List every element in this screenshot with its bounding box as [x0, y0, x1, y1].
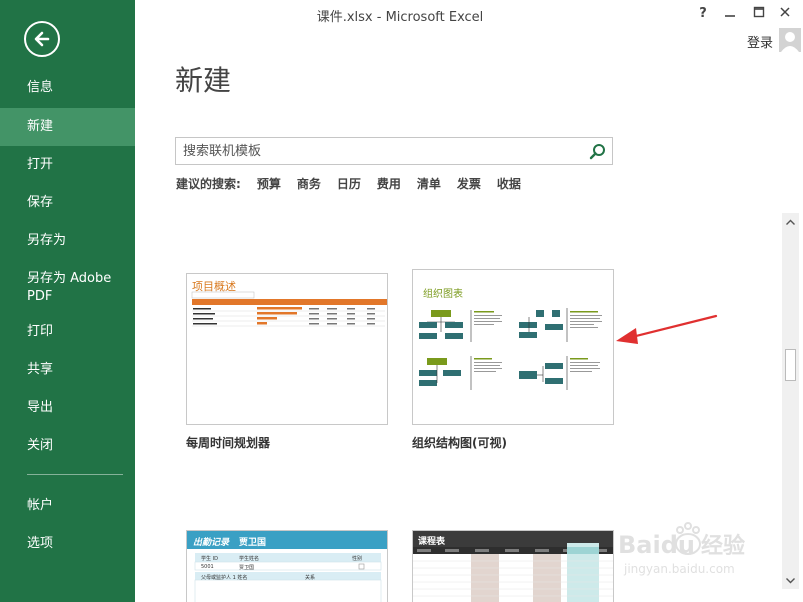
template-thumbnail: 组织图表 [412, 269, 614, 425]
nav-account[interactable]: 帐户 [0, 497, 135, 515]
sidebar-divider [27, 474, 123, 475]
window-title: 课件.xlsx - Microsoft Excel [316, 10, 484, 25]
template-search-input[interactable] [176, 138, 581, 164]
login-link[interactable]: 登录 [747, 32, 773, 51]
suggested-search-list[interactable]: 清单 [417, 175, 441, 192]
template-thumbnail: 项目概述 [186, 273, 388, 425]
maximize-button[interactable] [749, 6, 769, 22]
nav-export[interactable]: 导出 [0, 399, 135, 417]
thumbnail-title: 课程表 [418, 537, 446, 547]
thumb-col-gender: 性别 [352, 556, 363, 562]
backstage-sidebar: 信息 新建 打开 保存 另存为 另存为 Adobe PDF 打印 共享 导出 关… [0, 0, 135, 602]
user-silhouette-icon [779, 28, 801, 52]
thumb-row-guardian: 父母或监护人 1 姓名 [201, 575, 248, 581]
maximize-icon [753, 6, 765, 18]
suggested-search-receipt[interactable]: 收据 [497, 175, 521, 192]
scrollbar-thumb[interactable] [785, 349, 796, 381]
nav-new[interactable]: 新建 [0, 108, 135, 146]
nav-save-as-adobe-pdf[interactable]: 另存为 Adobe PDF [0, 270, 135, 306]
page-title: 新建 [175, 64, 232, 97]
org-chart-preview [419, 308, 602, 390]
template-search-box [175, 137, 613, 165]
nav-print[interactable]: 打印 [0, 323, 135, 341]
close-window-button[interactable] [775, 6, 795, 22]
suggested-search-invoice[interactable]: 发票 [457, 175, 481, 192]
search-button[interactable] [588, 142, 608, 162]
back-button[interactable] [24, 21, 60, 57]
thumb-col-student-id: 学生 ID [201, 556, 218, 562]
suggested-searches: 建议的搜索: 预算 商务 日历 费用 清单 发票 收据 [176, 175, 537, 192]
minimize-icon [725, 15, 735, 17]
thumb-row-name: 贾卫国 [239, 565, 255, 571]
nav-options[interactable]: 选项 [0, 535, 135, 553]
scroll-up-button[interactable] [782, 213, 799, 230]
close-icon [780, 7, 790, 17]
thumb-row-relation: 关系 [305, 575, 316, 581]
watermark-brand: Baidu 经验 [618, 531, 745, 559]
watermark-url: jingyan.baidu.com [624, 562, 735, 576]
template-caption: 每周时间规划器 [186, 436, 271, 450]
avatar[interactable] [779, 28, 801, 52]
suggested-search-calendar[interactable]: 日历 [337, 175, 361, 192]
nav-info[interactable]: 信息 [0, 79, 135, 97]
nav-open[interactable]: 打开 [0, 156, 135, 174]
suggested-searches-label: 建议的搜索: [176, 177, 241, 191]
template-caption: 组织结构图(可视) [412, 436, 507, 450]
back-arrow-icon [34, 31, 50, 47]
nav-save[interactable]: 保存 [0, 194, 135, 212]
baidu-watermark: Baidu 经验 jingyan.baidu.com [618, 520, 788, 590]
suggested-search-budget[interactable]: 预算 [257, 175, 281, 192]
template-thumbnail: 出勤记录 贾卫国 学生 ID 学生姓名 性别 5001 贾卫国 父母或监护人 1… [186, 530, 388, 602]
help-button[interactable]: ? [693, 6, 713, 21]
suggested-search-expense[interactable]: 费用 [377, 175, 401, 192]
nav-share[interactable]: 共享 [0, 361, 135, 379]
minimize-button[interactable] [720, 6, 740, 22]
thumbnail-student-name: 贾卫国 [239, 538, 267, 548]
thumb-row-id: 5001 [201, 564, 214, 570]
nav-close[interactable]: 关闭 [0, 437, 135, 455]
nav-save-as[interactable]: 另存为 [0, 232, 135, 250]
excel-backstage: 信息 新建 打开 保存 另存为 另存为 Adobe PDF 打印 共享 导出 关… [0, 0, 803, 602]
search-icon [589, 144, 605, 160]
suggested-search-business[interactable]: 商务 [297, 175, 321, 192]
template-thumbnail: 课程表 [412, 530, 614, 602]
thumbnail-title: 出勤记录 [193, 538, 230, 548]
weekly-planner-preview [191, 291, 387, 327]
chevron-up-icon [786, 219, 795, 225]
thumb-col-student-name: 学生姓名 [239, 556, 260, 562]
